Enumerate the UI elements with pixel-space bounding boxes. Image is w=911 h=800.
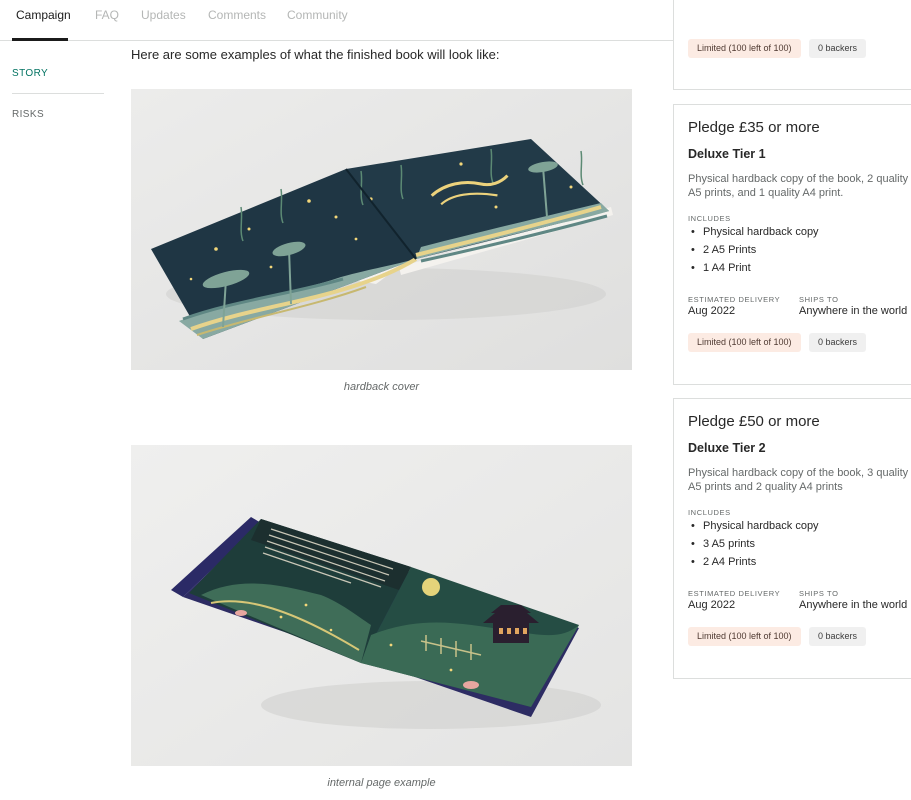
- backers-badge: 0 backers: [809, 627, 867, 646]
- includes-item: Physical hardback copy: [694, 519, 819, 537]
- book-cover-illustration: [131, 89, 632, 370]
- ships-to-label: SHIPS TO: [799, 295, 839, 304]
- sidebar-item-risks[interactable]: RISKS: [12, 109, 44, 120]
- ships-to-value: Anywhere in the world: [799, 599, 908, 611]
- delivery-date: Aug 2022: [688, 305, 736, 317]
- includes-item: 1 A4 Print: [694, 261, 819, 279]
- includes-label: INCLUDES: [688, 508, 731, 517]
- reward-title: Deluxe Tier 1: [688, 147, 766, 161]
- includes-item: 3 A5 prints: [694, 537, 819, 555]
- limited-badge: Limited (100 left of 100): [688, 333, 801, 352]
- reward-card-partial[interactable]: Limited (100 left of 100) 0 backers: [673, 0, 911, 90]
- includes-list: Physical hardback copy 2 A5 Prints 1 A4 …: [694, 225, 819, 279]
- reward-description: Physical hardback copy of the book, 3 qu…: [688, 467, 909, 493]
- tab-updates[interactable]: Updates: [141, 8, 186, 22]
- includes-item: 2 A5 Prints: [694, 243, 819, 261]
- reward-title: Deluxe Tier 2: [688, 441, 766, 455]
- includes-item: 2 A4 Prints: [694, 555, 819, 573]
- reward-description: Physical hardback copy of the book, 2 qu…: [688, 173, 909, 199]
- tab-community[interactable]: Community: [287, 8, 348, 22]
- reward-card-tier-1[interactable]: Pledge £35 or more Deluxe Tier 1 Physica…: [673, 104, 911, 385]
- internal-page-image: [131, 445, 632, 766]
- sidebar-divider: [12, 93, 104, 94]
- limited-badge: Limited (100 left of 100): [688, 39, 801, 58]
- tab-campaign[interactable]: Campaign: [16, 8, 71, 22]
- includes-list: Physical hardback copy 3 A5 prints 2 A4 …: [694, 519, 819, 573]
- delivery-label: ESTIMATED DELIVERY: [688, 589, 781, 598]
- reward-card-tier-2[interactable]: Pledge £50 or more Deluxe Tier 2 Physica…: [673, 398, 911, 679]
- pledge-amount: Pledge £50 or more: [688, 413, 820, 430]
- includes-item: Physical hardback copy: [694, 225, 819, 243]
- story-intro-text: Here are some examples of what the finis…: [131, 47, 500, 62]
- ships-to-label: SHIPS TO: [799, 589, 839, 598]
- includes-label: INCLUDES: [688, 214, 731, 223]
- figure-caption-internal: internal page example: [327, 777, 436, 789]
- ships-to-value: Anywhere in the world: [799, 305, 908, 317]
- sidebar-item-story[interactable]: STORY: [12, 68, 48, 79]
- backers-badge: 0 backers: [809, 333, 867, 352]
- pledge-amount: Pledge £35 or more: [688, 119, 820, 136]
- limited-badge: Limited (100 left of 100): [688, 627, 801, 646]
- tab-comments[interactable]: Comments: [208, 8, 266, 22]
- book-spread-illustration: [131, 445, 632, 766]
- backers-badge: 0 backers: [809, 39, 867, 58]
- delivery-date: Aug 2022: [688, 599, 736, 611]
- hardback-cover-image: [131, 89, 632, 370]
- active-tab-indicator: [12, 38, 68, 41]
- tab-faq[interactable]: FAQ: [95, 8, 119, 22]
- delivery-label: ESTIMATED DELIVERY: [688, 295, 781, 304]
- figure-caption-hardback: hardback cover: [343, 381, 420, 393]
